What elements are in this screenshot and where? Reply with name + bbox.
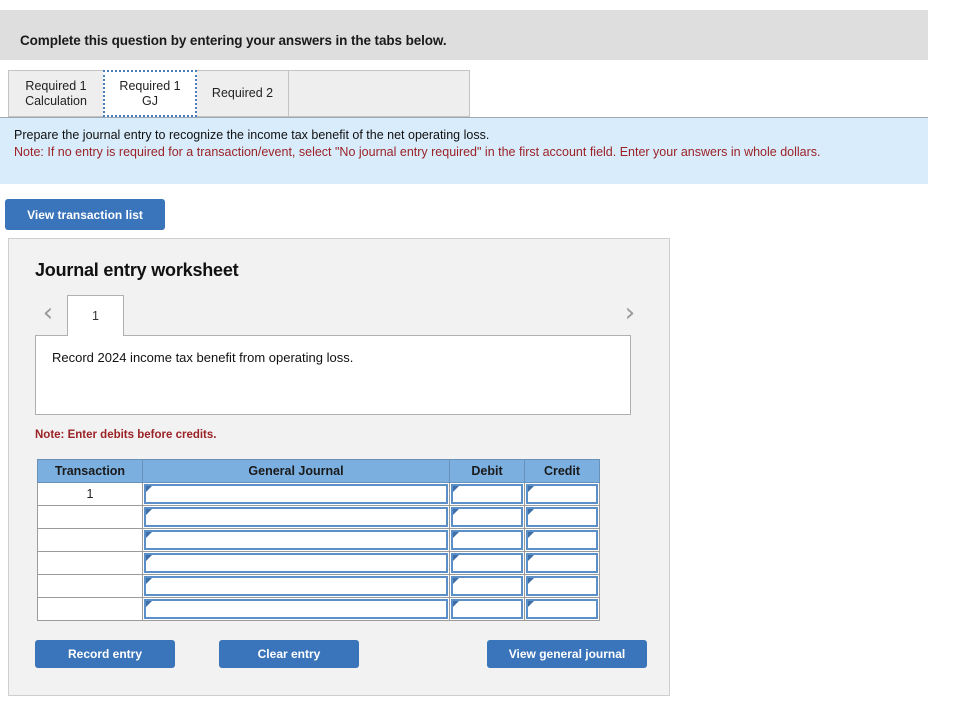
general-journal-input[interactable] bbox=[144, 484, 448, 504]
record-entry-button[interactable]: Record entry bbox=[35, 640, 175, 668]
debit-input[interactable] bbox=[451, 599, 523, 619]
tab-strip: Required 1 Calculation Required 1 GJ Req… bbox=[0, 70, 928, 117]
credit-cell bbox=[524, 528, 600, 552]
column-header-general-journal: General Journal bbox=[142, 459, 450, 483]
instructions-panel: Prepare the journal entry to recognize t… bbox=[0, 117, 928, 184]
worksheet-description-text: Record 2024 income tax benefit from oper… bbox=[52, 350, 354, 365]
general-journal-cell bbox=[142, 482, 450, 506]
view-general-journal-button[interactable]: View general journal bbox=[487, 640, 647, 668]
question-banner-text: Complete this question by entering your … bbox=[20, 33, 447, 48]
tab-required-1-gj[interactable]: Required 1 GJ bbox=[103, 70, 197, 117]
credit-cell bbox=[524, 482, 600, 506]
worksheet-page-nav: ‹ 1 › bbox=[9, 295, 671, 336]
general-journal-input[interactable] bbox=[144, 599, 448, 619]
view-general-journal-button-label: View general journal bbox=[508, 647, 626, 661]
credit-input[interactable] bbox=[526, 530, 598, 550]
table-row bbox=[37, 574, 600, 598]
record-entry-button-label: Record entry bbox=[67, 647, 143, 661]
table-row bbox=[37, 505, 600, 529]
worksheet-page-tab-1-label: 1 bbox=[92, 309, 99, 323]
credit-cell bbox=[524, 551, 600, 575]
view-transaction-list-button-label: View transaction list bbox=[27, 207, 143, 222]
tab-required-2[interactable]: Required 2 bbox=[197, 70, 289, 117]
credit-cell bbox=[524, 597, 600, 621]
table-header-row: Transaction General Journal Debit Credit bbox=[37, 459, 600, 483]
chevron-right-icon[interactable]: › bbox=[617, 299, 643, 329]
transaction-number-cell bbox=[37, 551, 143, 575]
tab-required-1-calculation[interactable]: Required 1 Calculation bbox=[8, 70, 103, 117]
worksheet-page-tab-1[interactable]: 1 bbox=[67, 295, 124, 336]
journal-entry-table: Transaction General Journal Debit Credit… bbox=[37, 459, 600, 621]
instructions-note-text: Note: If no entry is required for a tran… bbox=[14, 145, 821, 159]
credit-input[interactable] bbox=[526, 553, 598, 573]
clear-entry-button[interactable]: Clear entry bbox=[219, 640, 359, 668]
debit-cell bbox=[449, 482, 525, 506]
table-row bbox=[37, 597, 600, 621]
column-header-credit: Credit bbox=[524, 459, 600, 483]
column-header-transaction: Transaction bbox=[37, 459, 143, 483]
debit-input[interactable] bbox=[451, 484, 523, 504]
worksheet-title: Journal entry worksheet bbox=[35, 260, 239, 280]
debit-input[interactable] bbox=[451, 576, 523, 596]
debit-cell bbox=[449, 574, 525, 598]
general-journal-cell bbox=[142, 597, 450, 621]
journal-entry-worksheet-panel: Journal entry worksheet ‹ 1 › Record 202… bbox=[8, 238, 670, 696]
debit-input[interactable] bbox=[451, 507, 523, 527]
general-journal-input[interactable] bbox=[144, 553, 448, 573]
transaction-number-cell bbox=[37, 528, 143, 552]
question-banner: Complete this question by entering your … bbox=[0, 10, 928, 60]
table-row bbox=[37, 551, 600, 575]
debit-input[interactable] bbox=[451, 530, 523, 550]
table-row: 1 bbox=[37, 482, 600, 506]
debit-cell bbox=[449, 528, 525, 552]
clear-entry-button-label: Clear entry bbox=[257, 647, 321, 661]
worksheet-description-box: Record 2024 income tax benefit from oper… bbox=[35, 335, 631, 415]
instructions-primary-text: Prepare the journal entry to recognize t… bbox=[14, 128, 490, 142]
tab-required-1-gj-label: Required 1 GJ bbox=[119, 78, 181, 108]
general-journal-cell bbox=[142, 574, 450, 598]
credit-cell bbox=[524, 505, 600, 529]
transaction-number-cell bbox=[37, 505, 143, 529]
general-journal-input[interactable] bbox=[144, 530, 448, 550]
debit-input[interactable] bbox=[451, 553, 523, 573]
tab-required-1-calculation-label: Required 1 Calculation bbox=[19, 79, 93, 109]
debit-cell bbox=[449, 551, 525, 575]
chevron-left-icon[interactable]: ‹ bbox=[35, 299, 61, 329]
transaction-number-cell: 1 bbox=[37, 482, 143, 506]
general-journal-input[interactable] bbox=[144, 507, 448, 527]
debit-cell bbox=[449, 597, 525, 621]
debits-before-credits-note: Note: Enter debits before credits. bbox=[35, 429, 217, 441]
credit-cell bbox=[524, 574, 600, 598]
debit-cell bbox=[449, 505, 525, 529]
table-row bbox=[37, 528, 600, 552]
general-journal-cell bbox=[142, 528, 450, 552]
tab-label-line-2: Calculation bbox=[25, 93, 87, 108]
credit-input[interactable] bbox=[526, 507, 598, 527]
general-journal-input[interactable] bbox=[144, 576, 448, 596]
credit-input[interactable] bbox=[526, 576, 598, 596]
credit-input[interactable] bbox=[526, 484, 598, 504]
view-transaction-list-button[interactable]: View transaction list bbox=[5, 199, 165, 230]
credit-input[interactable] bbox=[526, 599, 598, 619]
tab-label-line-1: Required 1 bbox=[25, 78, 87, 93]
transaction-number-cell bbox=[37, 574, 143, 598]
general-journal-cell bbox=[142, 551, 450, 575]
transaction-number-cell bbox=[37, 597, 143, 621]
general-journal-cell bbox=[142, 505, 450, 529]
tab-required-2-label: Required 2 bbox=[211, 86, 274, 100]
column-header-debit: Debit bbox=[449, 459, 525, 483]
